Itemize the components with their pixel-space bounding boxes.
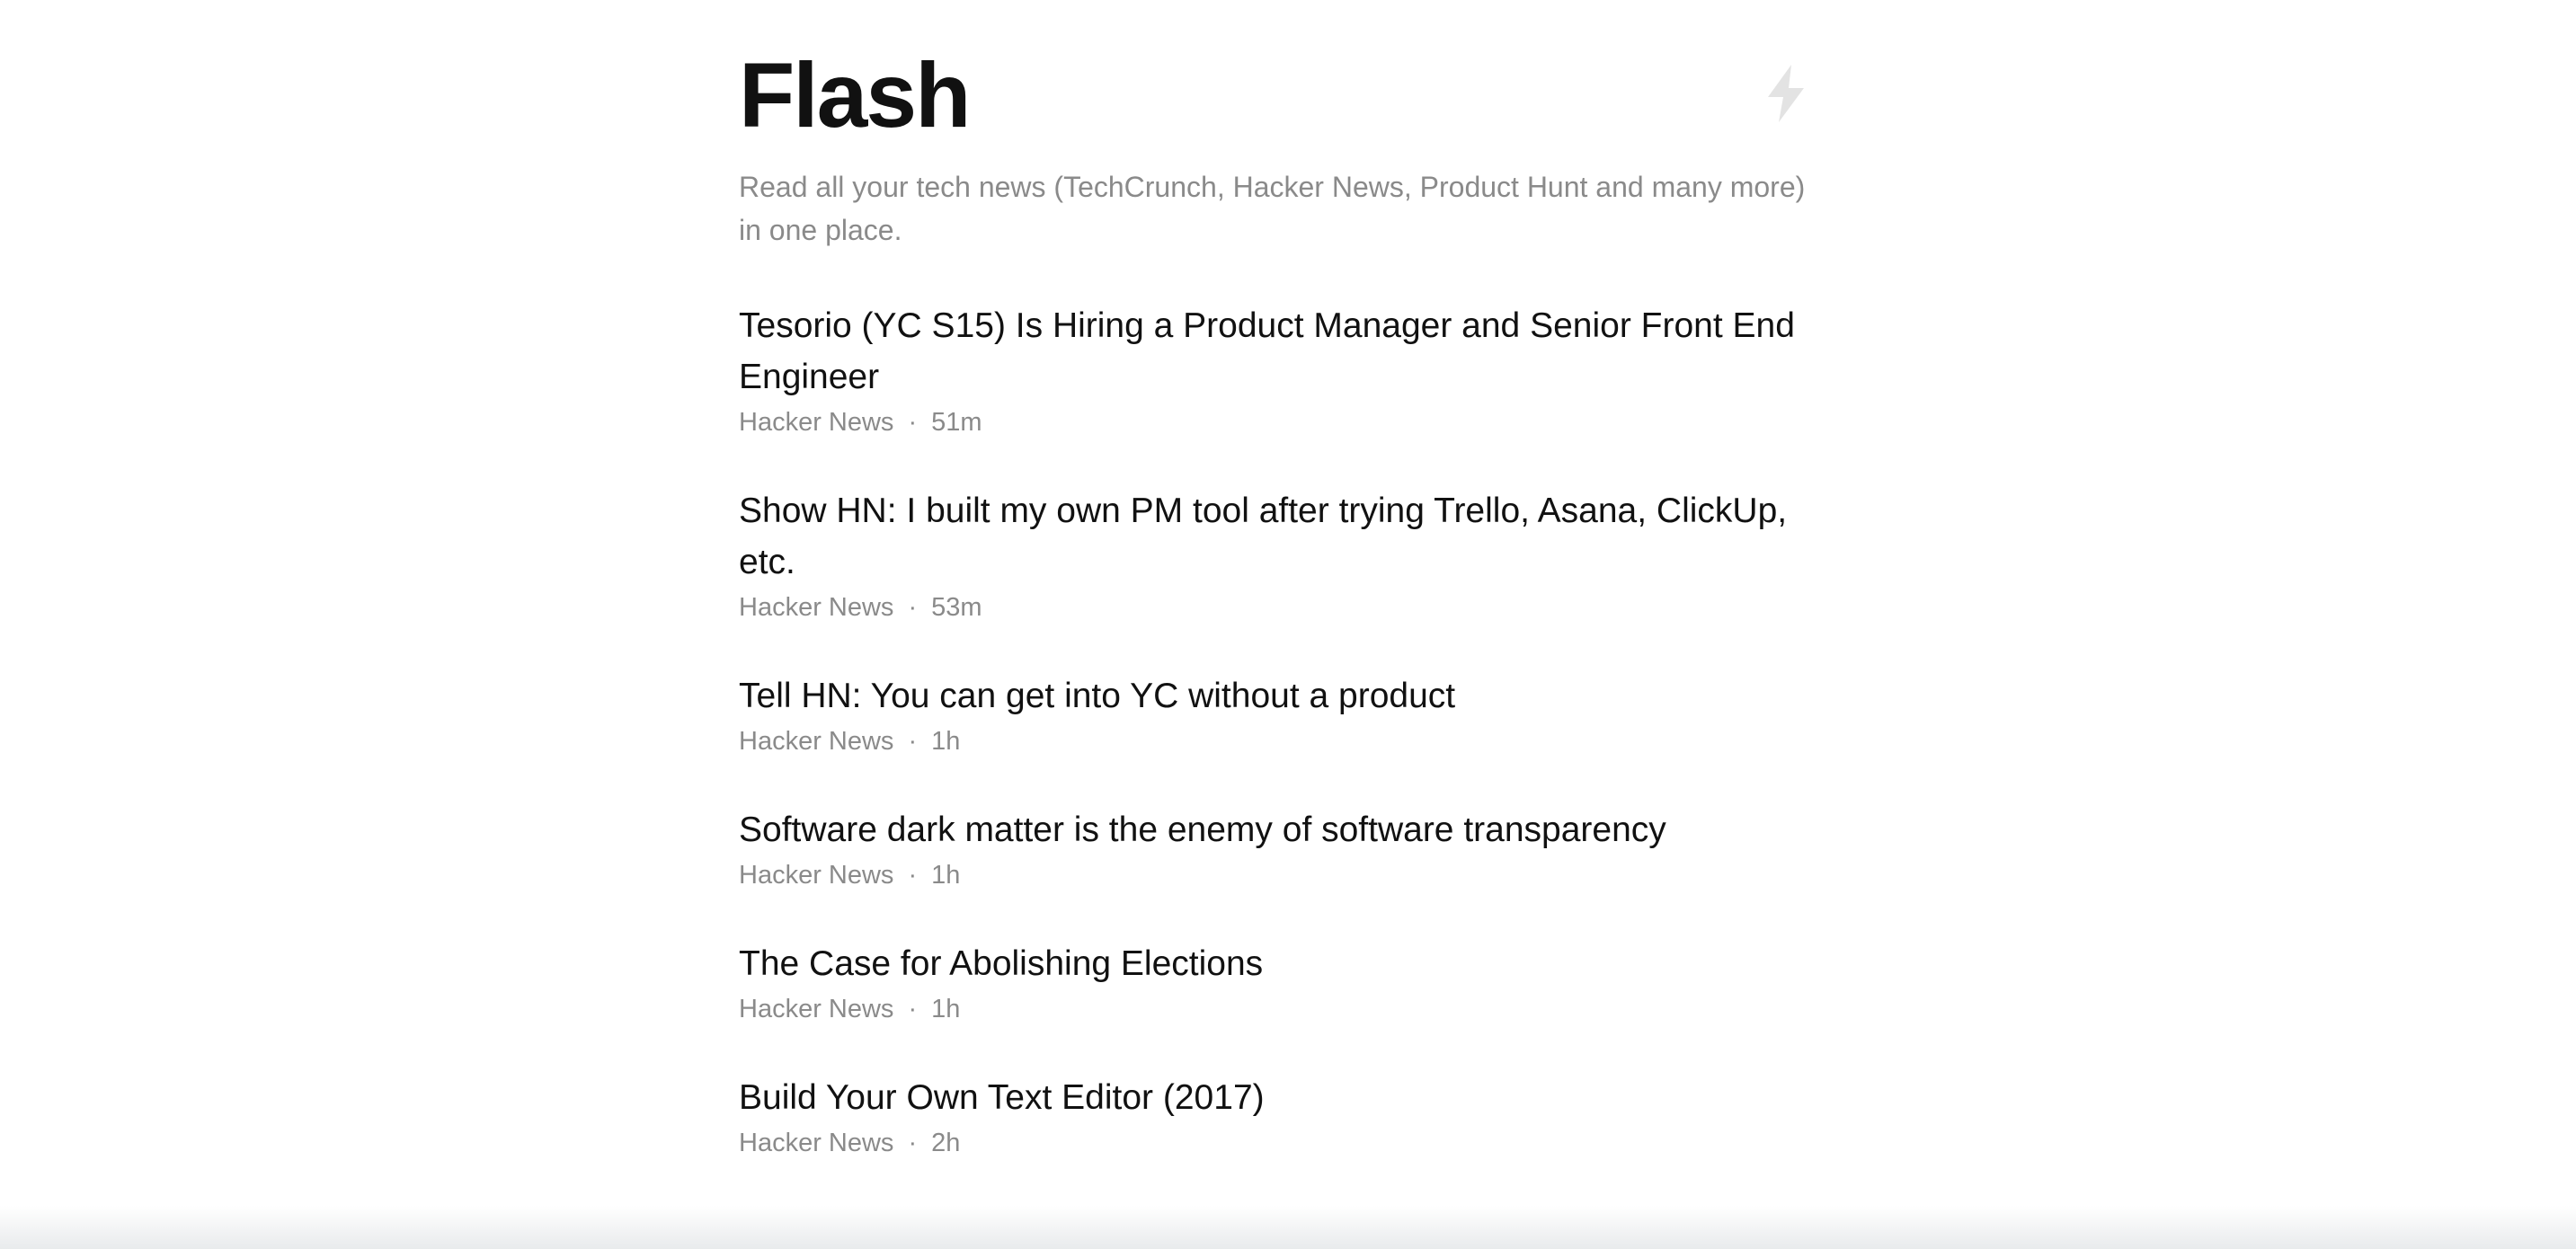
news-list: Tesorio (YC S15) Is Hiring a Product Man…	[739, 300, 1835, 1161]
bottom-fade-shadow	[0, 1206, 2576, 1249]
meta-separator: ·	[908, 861, 918, 890]
flash-page: Flash Read all your tech news (TechCrunc…	[0, 0, 2576, 1249]
news-source: Hacker News	[739, 861, 894, 890]
news-meta: Hacker News · 2h	[739, 1125, 1835, 1161]
news-item[interactable]: The Case for Abolishing Elections Hacker…	[739, 938, 1835, 1027]
news-item[interactable]: Build Your Own Text Editor (2017) Hacker…	[739, 1072, 1835, 1161]
news-time: 2h	[931, 1129, 961, 1157]
news-title-link[interactable]: Tesorio (YC S15) Is Hiring a Product Man…	[739, 300, 1835, 403]
news-meta: Hacker News · 1h	[739, 857, 1835, 893]
meta-separator: ·	[908, 408, 918, 437]
news-source: Hacker News	[739, 727, 894, 756]
page-title: Flash	[739, 44, 971, 146]
news-source: Hacker News	[739, 408, 894, 437]
meta-separator: ·	[908, 593, 918, 622]
news-item[interactable]: Tesorio (YC S15) Is Hiring a Product Man…	[739, 300, 1835, 440]
meta-separator: ·	[908, 1129, 918, 1157]
news-time: 1h	[931, 727, 961, 756]
news-title-link[interactable]: Show HN: I built my own PM tool after tr…	[739, 485, 1835, 588]
news-item[interactable]: Software dark matter is the enemy of sof…	[739, 804, 1835, 893]
page-subtitle: Read all your tech news (TechCrunch, Hac…	[739, 171, 1806, 246]
news-time: 1h	[931, 995, 961, 1023]
main-column: Flash Read all your tech news (TechCrunc…	[739, 0, 1835, 1206]
page-header: Flash Read all your tech news (TechCrunc…	[739, 0, 1835, 252]
news-time: 51m	[931, 408, 982, 437]
news-source: Hacker News	[739, 1129, 894, 1157]
news-title-link[interactable]: Software dark matter is the enemy of sof…	[739, 804, 1835, 855]
meta-separator: ·	[908, 995, 918, 1023]
news-source: Hacker News	[739, 593, 894, 622]
meta-separator: ·	[908, 727, 918, 756]
news-item[interactable]: Show HN: I built my own PM tool after tr…	[739, 485, 1835, 625]
lightning-icon[interactable]	[1763, 65, 1808, 122]
news-source: Hacker News	[739, 995, 894, 1023]
news-meta: Hacker News · 51m	[739, 404, 1835, 440]
news-title-link[interactable]: Build Your Own Text Editor (2017)	[739, 1072, 1835, 1123]
news-meta: Hacker News · 1h	[739, 723, 1835, 759]
news-time: 1h	[931, 861, 961, 890]
news-item[interactable]: Tell HN: You can get into YC without a p…	[739, 670, 1835, 759]
news-meta: Hacker News · 53m	[739, 589, 1835, 625]
news-title-link[interactable]: Tell HN: You can get into YC without a p…	[739, 670, 1835, 722]
news-meta: Hacker News · 1h	[739, 991, 1835, 1027]
news-time: 53m	[931, 593, 982, 622]
news-title-link[interactable]: The Case for Abolishing Elections	[739, 938, 1835, 989]
